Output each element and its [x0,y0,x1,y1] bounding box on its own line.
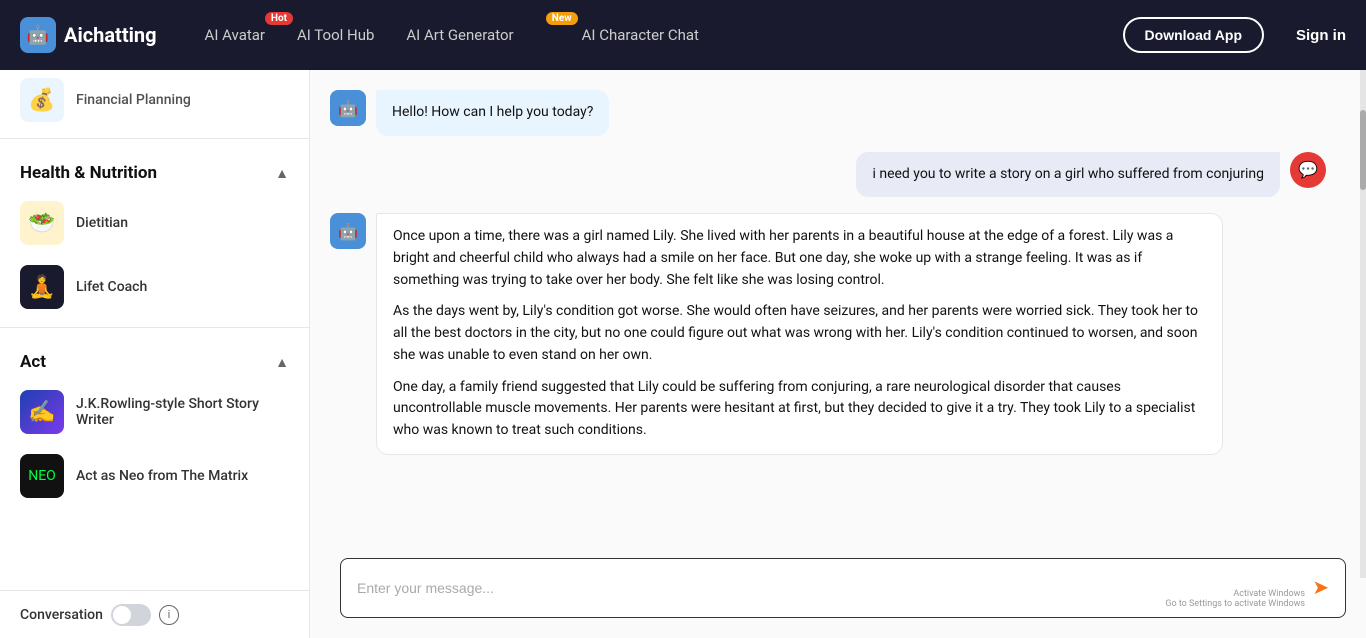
sidebar-item-financial-planning[interactable]: 💰 Financial Planning [0,70,309,130]
divider-1 [0,138,309,139]
financial-planning-label: Financial Planning [76,92,191,108]
sidebar-item-neo[interactable]: NEO Act as Neo from The Matrix [0,444,309,508]
lifet-coach-label: Lifet Coach [76,279,147,295]
navbar: 🤖 Aichatting AI Avatar Hot AI Tool Hub A… [0,0,1366,70]
divider-2 [0,327,309,328]
nav-item-tool-hub[interactable]: AI Tool Hub [297,22,374,48]
download-button[interactable]: Download App [1123,17,1264,53]
neo-thumb: NEO [20,454,64,498]
user-avatar: 💬 [1290,152,1326,188]
chat-scrollbar[interactable] [1360,70,1366,578]
brand-icon: 🤖 [20,17,56,53]
act-section-header: Act ▲ [0,336,309,380]
bubble-greeting: Hello! How can I help you today? [376,90,609,136]
input-bar: Activate Windows Go to Settings to activ… [340,558,1346,618]
financial-planning-thumb: 💰 [20,78,64,122]
message-row-user: 💬 i need you to write a story on a girl … [330,152,1326,198]
sidebar-item-dietitian[interactable]: 🥗 Dietitian [0,191,309,255]
rowling-thumb: ✍️ [20,390,64,434]
dietitian-label: Dietitian [76,215,128,231]
lifet-coach-thumb: 🧘 [20,265,64,309]
conversation-toggle[interactable] [111,604,151,626]
bot-avatar-story: 🤖 [330,213,366,249]
rowling-label: J.K.Rowling-style Short Story Writer [76,396,289,428]
bot-avatar-greeting: 🤖 [330,90,366,126]
new-badge: New [546,12,578,25]
sidebar-item-rowling[interactable]: ✍️ J.K.Rowling-style Short Story Writer [0,380,309,444]
toggle-knob [113,606,131,624]
neo-label: Act as Neo from The Matrix [76,468,248,484]
info-icon[interactable]: i [159,605,179,625]
bubble-story: Once upon a time, there was a girl named… [376,213,1223,454]
send-icon: ➤ [1312,578,1329,598]
conversation-label: Conversation [20,607,103,623]
act-title: Act [20,352,46,372]
message-row-greeting: 🤖 Hello! How can I help you today? [330,90,1326,136]
chat-area: 🤖 Hello! How can I help you today? 💬 i n… [310,70,1366,638]
act-collapse-icon[interactable]: ▲ [275,354,289,371]
brand-logo[interactable]: 🤖 Aichatting [20,17,157,53]
nav-item-art-generator[interactable]: AI Art Generator New [406,22,549,48]
main-layout: 💰 Financial Planning Health & Nutrition … [0,70,1366,638]
message-row-story: 🤖 Once upon a time, there was a girl nam… [330,213,1326,454]
chat-scrollbar-thumb [1360,110,1366,190]
chat-messages: 🤖 Hello! How can I help you today? 💬 i n… [310,70,1366,558]
conversation-bar: Conversation i [0,590,309,638]
dietitian-thumb: 🥗 [20,201,64,245]
signin-button[interactable]: Sign in [1296,27,1346,44]
message-input[interactable] [357,580,1302,596]
health-nutrition-section-header: Health & Nutrition ▲ [0,147,309,191]
health-collapse-icon[interactable]: ▲ [275,165,289,182]
hot-badge: Hot [265,12,293,25]
send-button[interactable]: ➤ [1312,578,1329,598]
bubble-user: i need you to write a story on a girl wh… [856,152,1280,198]
brand-name: Aichatting [64,23,157,47]
input-area: Activate Windows Go to Settings to activ… [310,558,1366,638]
sidebar: 💰 Financial Planning Health & Nutrition … [0,70,310,638]
nav-item-avatar[interactable]: AI Avatar Hot [205,22,265,48]
nav-item-character-chat[interactable]: AI Character Chat [582,22,699,48]
health-nutrition-title: Health & Nutrition [20,163,157,183]
sidebar-item-lifet-coach[interactable]: 🧘 Lifet Coach [0,255,309,319]
